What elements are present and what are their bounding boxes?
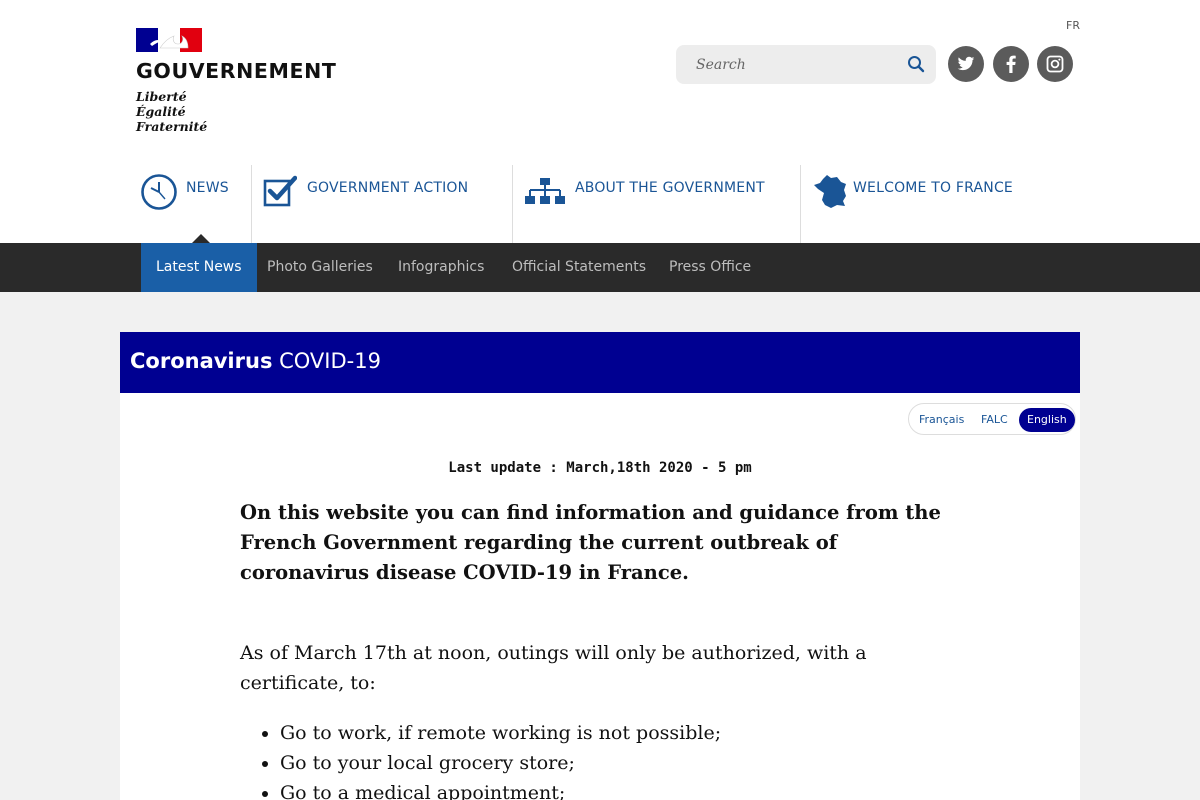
subnav-photo-galleries[interactable]: Photo Galleries bbox=[252, 243, 388, 292]
twitter-icon bbox=[957, 56, 975, 71]
nav-about-government-label: ABOUT THE GOVERNMENT bbox=[575, 180, 765, 196]
twitter-link[interactable] bbox=[948, 46, 984, 82]
clock-icon bbox=[141, 174, 177, 210]
instagram-link[interactable] bbox=[1037, 46, 1073, 82]
language-switch: Français FALC English bbox=[908, 403, 1076, 435]
motto-egalite: Égalité bbox=[136, 104, 186, 119]
motto-liberte: Liberté bbox=[136, 89, 187, 104]
gouvernement-logo[interactable]: GOUVERNEMENT Liberté Égalité Fraternité bbox=[136, 28, 356, 134]
org-chart-icon bbox=[525, 178, 565, 204]
subnav-latest-news[interactable]: Latest News bbox=[141, 243, 257, 292]
language-option-francais[interactable]: Français bbox=[911, 408, 972, 432]
subnav-infographics[interactable]: Infographics bbox=[383, 243, 499, 292]
banner-title: Coronavirus COVID-19 bbox=[130, 349, 381, 373]
instagram-icon bbox=[1046, 55, 1064, 73]
sub-navigation: Latest News Photo Galleries Infographics… bbox=[0, 243, 1200, 292]
banner-title-bold: Coronavirus bbox=[130, 349, 273, 373]
nav-about-government[interactable]: ABOUT THE GOVERNMENT bbox=[525, 165, 800, 243]
subnav-press-office[interactable]: Press Office bbox=[654, 243, 766, 292]
language-fr-link[interactable]: FR bbox=[1066, 19, 1080, 32]
intro-paragraph: As of March 17th at noon, outings will o… bbox=[240, 642, 867, 694]
search-box bbox=[676, 45, 936, 84]
search-icon bbox=[908, 56, 925, 73]
last-update: Last update : March,18th 2020 - 5 pm bbox=[448, 460, 752, 476]
list-item: Go to your local grocery store; bbox=[280, 748, 980, 778]
facebook-icon bbox=[1006, 55, 1016, 73]
nav-news-label: NEWS bbox=[186, 180, 229, 196]
nav-divider bbox=[800, 165, 801, 243]
logo-motto: Liberté Égalité Fraternité bbox=[136, 89, 356, 134]
banner-title-rest: COVID-19 bbox=[272, 349, 381, 373]
logo-title: GOUVERNEMENT bbox=[136, 59, 337, 83]
facebook-link[interactable] bbox=[993, 46, 1029, 82]
subnav-official-statements[interactable]: Official Statements bbox=[497, 243, 661, 292]
nav-government-action-label: GOVERNMENT ACTION bbox=[307, 180, 469, 196]
authorized-outings-list: Go to work, if remote working is not pos… bbox=[280, 718, 980, 800]
lead-paragraph: On this website you can find information… bbox=[240, 501, 941, 584]
nav-welcome-to-france-label: WELCOME TO FRANCE bbox=[853, 180, 1013, 196]
marianne-flag-icon bbox=[136, 28, 202, 54]
nav-news[interactable]: NEWS bbox=[140, 165, 251, 243]
nav-welcome-to-france[interactable]: WELCOME TO FRANCE bbox=[813, 165, 1073, 243]
search-input[interactable] bbox=[696, 55, 896, 75]
nav-divider bbox=[251, 165, 252, 243]
nav-divider bbox=[512, 165, 513, 243]
search-button[interactable] bbox=[906, 55, 926, 75]
motto-fraternite: Fraternité bbox=[136, 119, 208, 134]
nav-government-action[interactable]: GOVERNMENT ACTION bbox=[263, 165, 512, 243]
language-option-english[interactable]: English bbox=[1019, 408, 1075, 432]
list-item: Go to a medical appointment; bbox=[280, 778, 980, 800]
checkbox-icon bbox=[263, 175, 297, 207]
active-nav-caret bbox=[192, 234, 210, 243]
content-card: Français FALC English Last update : Marc… bbox=[120, 393, 1080, 800]
france-map-icon bbox=[814, 175, 846, 208]
list-item: Go to work, if remote working is not pos… bbox=[280, 718, 980, 748]
covid-banner: Coronavirus COVID-19 bbox=[120, 332, 1080, 393]
language-option-falc[interactable]: FALC bbox=[973, 408, 1016, 432]
